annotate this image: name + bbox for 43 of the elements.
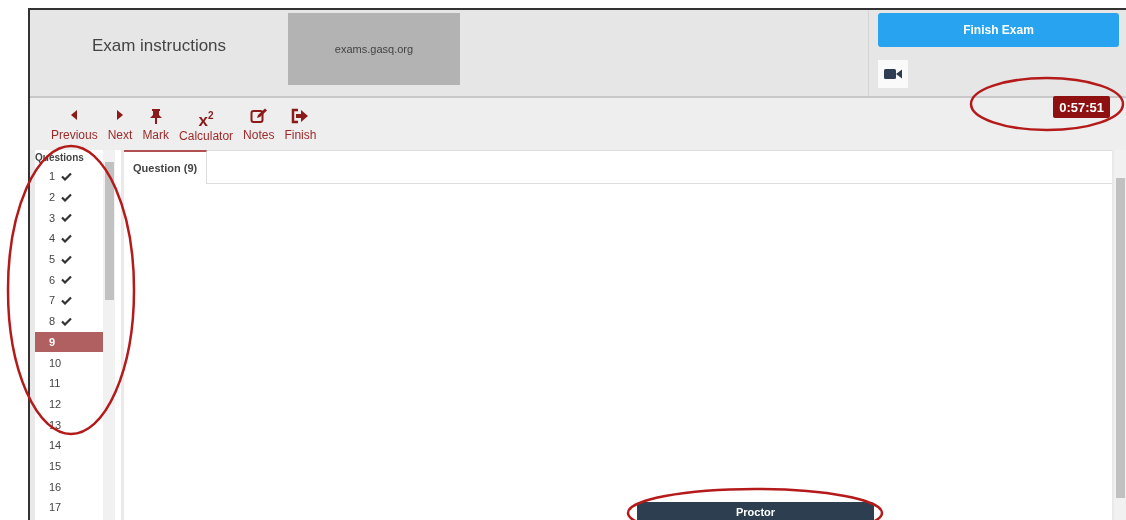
edit-note-icon bbox=[249, 108, 268, 124]
question-tab[interactable]: Question (9) bbox=[124, 150, 208, 184]
question-item[interactable]: 12 bbox=[35, 393, 103, 415]
question-item[interactable]: 8 bbox=[35, 310, 103, 332]
check-icon bbox=[61, 254, 73, 264]
toolbar-button[interactable]: Next bbox=[104, 108, 136, 142]
question-item[interactable]: 15 bbox=[35, 455, 103, 477]
video-camera-icon bbox=[884, 68, 902, 80]
exam-title: Exam instructions bbox=[91, 36, 227, 56]
check-icon bbox=[61, 275, 73, 285]
question-item[interactable]: 1 bbox=[35, 166, 103, 187]
camera-button[interactable] bbox=[878, 60, 908, 88]
question-item[interactable]: 2 bbox=[35, 186, 103, 208]
question-item[interactable]: 6 bbox=[35, 269, 103, 291]
countdown-timer: 0:57:51 bbox=[1053, 96, 1110, 118]
calculator-symbol: x$^{2}$ bbox=[198, 109, 214, 129]
pin-icon bbox=[148, 108, 163, 124]
scrollbar[interactable] bbox=[1114, 150, 1126, 520]
question-item[interactable]: 4 bbox=[35, 228, 103, 249]
toolbar-button[interactable]: Notes bbox=[240, 108, 278, 142]
scrollbar[interactable] bbox=[103, 150, 115, 520]
question-item[interactable]: 11 bbox=[35, 372, 103, 394]
question-item[interactable]: 5 bbox=[35, 248, 103, 270]
check-icon bbox=[61, 316, 73, 326]
question-item[interactable]: 3 bbox=[35, 207, 103, 229]
toolbar-button[interactable]: Finish bbox=[281, 108, 320, 142]
check-icon bbox=[61, 213, 73, 223]
check-icon bbox=[61, 295, 73, 305]
toolbar-button[interactable]: x$^{2}$ Calculator bbox=[176, 108, 237, 142]
question-item[interactable]: 14 bbox=[35, 434, 103, 456]
proctor-button[interactable]: Proctor bbox=[637, 502, 874, 520]
site-banner: exams.gasq.org bbox=[288, 13, 460, 85]
question-item[interactable]: 9 bbox=[35, 331, 103, 353]
question-item[interactable]: 16 bbox=[35, 476, 103, 497]
question-item[interactable]: 17 bbox=[35, 497, 103, 518]
check-icon bbox=[61, 171, 73, 181]
toolbar-button[interactable]: Mark bbox=[139, 108, 173, 142]
sign-out-icon bbox=[291, 108, 310, 124]
question-item[interactable]: 7 bbox=[35, 290, 103, 311]
check-icon bbox=[61, 233, 73, 243]
toolbar-button[interactable]: Previous bbox=[48, 108, 101, 142]
check-icon bbox=[61, 192, 73, 202]
question-item[interactable]: 10 bbox=[35, 352, 103, 373]
